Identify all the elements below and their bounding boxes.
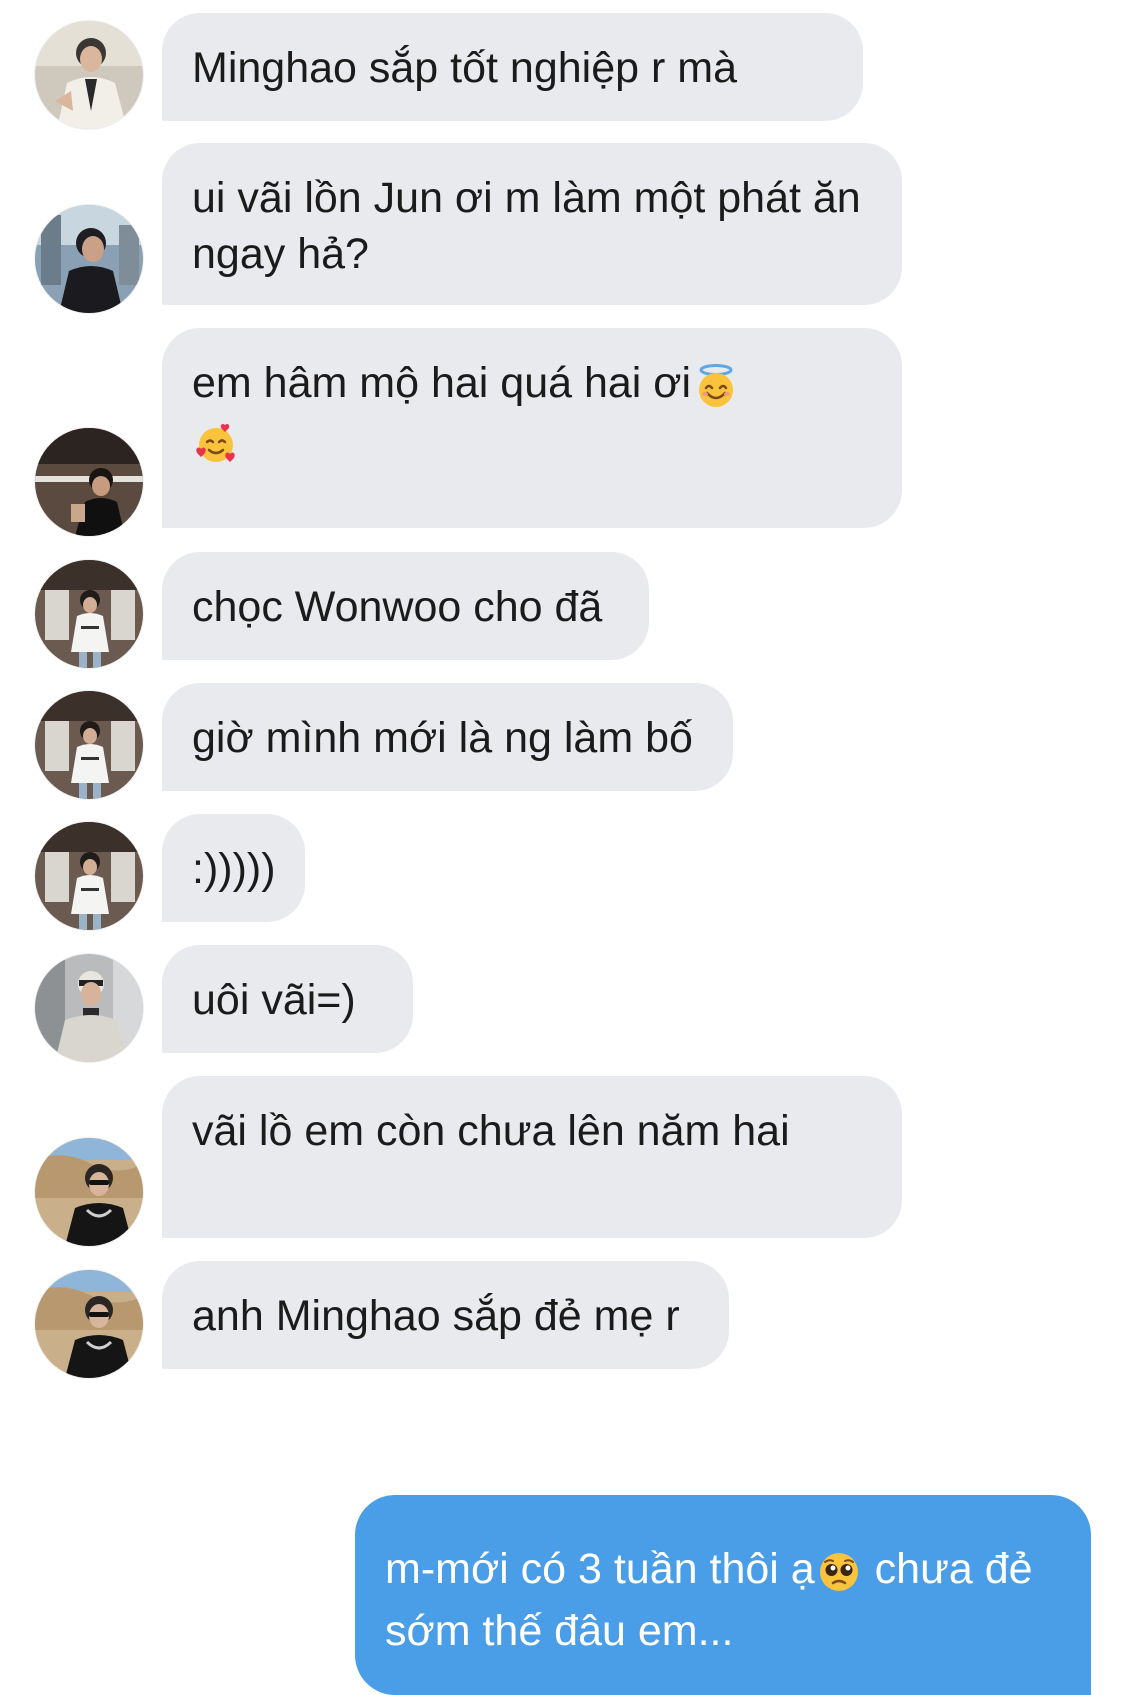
sender-avatar[interactable]: [35, 205, 143, 313]
message-text: em hâm mộ hai quá hai ơi: [192, 359, 692, 407]
sender-avatar[interactable]: [35, 21, 143, 129]
sender-avatar[interactable]: [35, 1138, 143, 1246]
message-bubble: vãi lồ em còn chưa lên năm hai: [162, 1076, 902, 1238]
message-text: uôi vãi=): [192, 976, 356, 1024]
message-text: Minghao sắp tốt nghiệp r mà: [192, 44, 737, 92]
sender-avatar[interactable]: [35, 954, 143, 1062]
message-bubble: Minghao sắp tốt nghiệp r mà: [162, 13, 863, 121]
sender-avatar[interactable]: [35, 691, 143, 799]
message-text: chọc Wonwoo cho đã: [192, 583, 603, 631]
message-text: :))))): [192, 845, 276, 893]
message-bubble: giờ mình mới là ng làm bố: [162, 683, 733, 791]
chat-thread: Minghao sắp tốt nghiệp r mà ui vãi lồn J…: [0, 0, 1124, 1695]
smiling-face-with-hearts-emoji: [196, 423, 235, 462]
message-text: anh Minghao sắp đẻ mẹ r: [192, 1292, 680, 1340]
message-bubble: ui vãi lồn Jun ơi m làm một phát ăn ngay…: [162, 143, 902, 305]
sender-avatar[interactable]: [35, 428, 143, 536]
sender-avatar[interactable]: [35, 560, 143, 668]
smiling-face-with-halo-emoji: [699, 363, 734, 407]
message-bubble: :))))): [162, 814, 305, 922]
message-text: giờ mình mới là ng làm bố: [192, 714, 693, 762]
sender-avatar[interactable]: [35, 822, 143, 930]
message-bubble: uôi vãi=): [162, 945, 413, 1053]
sender-avatar[interactable]: [35, 1270, 143, 1378]
message-bubble: em hâm mộ hai quá hai ơi: [162, 328, 902, 528]
pleading-face-emoji: [819, 1552, 858, 1591]
outgoing-message-text-start: m-mới có 3 tuần thôi ạ: [385, 1545, 815, 1593]
message-text: ui vãi lồn Jun ơi m làm một phát ăn ngay…: [192, 174, 861, 278]
message-bubble: chọc Wonwoo cho đã: [162, 552, 649, 660]
message-text: vãi lồ em còn chưa lên năm hai: [192, 1107, 790, 1155]
message-bubble: anh Minghao sắp đẻ mẹ r: [162, 1261, 729, 1369]
outgoing-message-bubble: m-mới có 3 tuần thôi ạ chưa đẻ sớm thế đ…: [355, 1495, 1091, 1695]
